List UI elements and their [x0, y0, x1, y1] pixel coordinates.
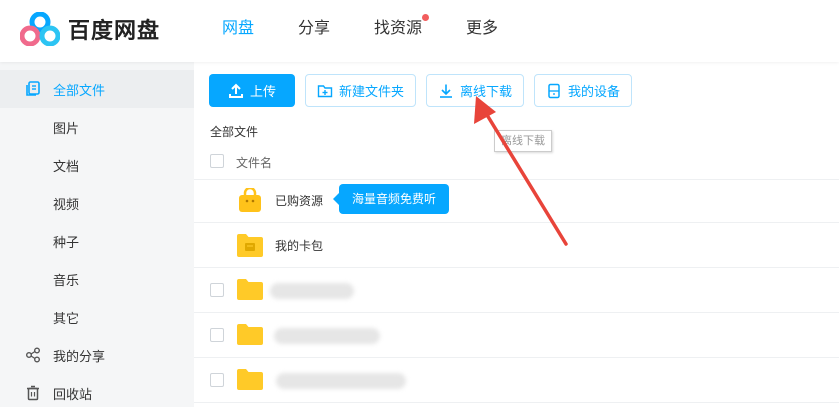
- new-folder-button[interactable]: 新建文件夹: [305, 74, 416, 107]
- app-title: 百度网盘: [68, 19, 161, 44]
- list-item[interactable]: 已购资源: [194, 178, 839, 223]
- my-devices-button[interactable]: 我的设备: [534, 74, 632, 107]
- sidebar-item-label: 文档: [53, 159, 80, 175]
- upload-icon: [228, 83, 243, 98]
- folder-icon: [237, 324, 263, 345]
- top-bar: 百度网盘 网盘 分享 找资源 更多: [0, 0, 839, 62]
- list-item[interactable]: [194, 268, 839, 313]
- nav-find-resources-label: 找资源: [374, 18, 423, 37]
- sidebar-item-documents[interactable]: 文档: [0, 146, 194, 184]
- trash-icon: [24, 384, 42, 402]
- upload-button[interactable]: 上传: [209, 74, 295, 107]
- sidebar-item-torrents[interactable]: 种子: [0, 222, 194, 260]
- sidebar-item-label: 图片: [53, 121, 80, 137]
- row-checkbox[interactable]: [210, 373, 224, 387]
- sidebar-item-recycle-bin[interactable]: 回收站: [0, 374, 194, 412]
- notification-dot: [422, 14, 430, 21]
- card-pack-folder-icon: [237, 234, 263, 257]
- list-item[interactable]: [194, 313, 839, 358]
- sidebar-item-all-files[interactable]: 全部文件: [0, 70, 194, 108]
- breadcrumb[interactable]: 全部文件: [210, 123, 258, 140]
- select-all-checkbox[interactable]: [210, 154, 224, 168]
- baidu-netdisk-logo-icon: [20, 12, 60, 46]
- new-folder-icon: [317, 84, 333, 97]
- blurred-file-name: [270, 283, 354, 299]
- list-item[interactable]: [194, 358, 839, 403]
- sidebar-item-label: 我的分享: [53, 349, 106, 365]
- sidebar-item-label: 视频: [53, 197, 80, 213]
- top-nav: 网盘 分享 找资源 更多: [222, 0, 542, 62]
- sidebar-item-label: 回收站: [53, 387, 93, 403]
- sidebar-item-videos[interactable]: 视频: [0, 184, 194, 222]
- upload-label: 上传: [249, 85, 276, 100]
- main-content: 上传 新建文件夹 离线下载 我的设备 全部文件 离线下载 文件名 已购资源 海量…: [194, 62, 839, 407]
- sidebar-item-images[interactable]: 图片: [0, 108, 194, 146]
- nav-find-resources[interactable]: 找资源: [374, 0, 430, 62]
- file-name: 已购资源: [275, 194, 324, 208]
- file-name: 我的卡包: [275, 239, 324, 253]
- promo-tooltip[interactable]: 海量音频免费听: [332, 184, 450, 214]
- list-item[interactable]: 我的卡包: [194, 223, 839, 268]
- list-header: 文件名: [194, 146, 839, 180]
- device-icon: [548, 83, 560, 98]
- folder-icon: [237, 369, 263, 390]
- purchased-bag-icon: [239, 188, 261, 212]
- sidebar-item-label: 音乐: [53, 273, 80, 289]
- new-folder-label: 新建文件夹: [338, 85, 404, 100]
- sidebar-item-label: 全部文件: [53, 83, 106, 99]
- my-devices-label: 我的设备: [567, 85, 620, 100]
- sidebar-item-other[interactable]: 其它: [0, 298, 194, 336]
- offline-download-button[interactable]: 离线下载: [426, 74, 524, 107]
- row-checkbox[interactable]: [210, 283, 224, 297]
- offline-download-label: 离线下载: [459, 85, 512, 100]
- share-icon: [24, 346, 42, 364]
- sidebar: 全部文件 图片 文档 视频 种子 音乐 其它 我的分享 回收站: [0, 62, 194, 407]
- sidebar-item-label: 种子: [53, 235, 80, 251]
- nav-share[interactable]: 分享: [298, 0, 330, 62]
- nav-netdisk[interactable]: 网盘: [222, 0, 254, 62]
- blurred-file-name: [274, 328, 380, 344]
- app-logo[interactable]: 百度网盘: [20, 12, 160, 46]
- sidebar-item-music[interactable]: 音乐: [0, 260, 194, 298]
- column-filename[interactable]: 文件名: [236, 154, 272, 171]
- nav-more[interactable]: 更多: [466, 0, 498, 62]
- folder-icon: [237, 279, 263, 300]
- files-icon: [24, 80, 42, 98]
- blurred-file-name: [276, 373, 406, 389]
- row-checkbox[interactable]: [210, 328, 224, 342]
- sidebar-item-label: 其它: [53, 311, 80, 327]
- sidebar-item-my-shares[interactable]: 我的分享: [0, 336, 194, 374]
- download-icon: [439, 84, 452, 98]
